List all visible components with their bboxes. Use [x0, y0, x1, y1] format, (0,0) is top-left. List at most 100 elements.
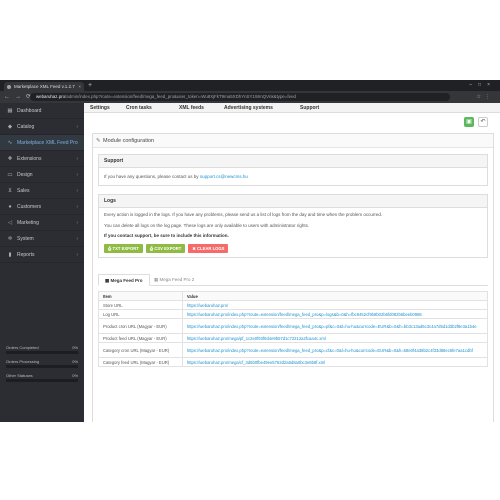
main-content: Settings Cron tasks XML feeds Advertisin… [84, 103, 500, 422]
tab-xml-feeds[interactable]: XML feeds [179, 103, 204, 113]
gear-icon: ✲ [7, 236, 13, 242]
csv-export-button[interactable]: ⎙ CSV EXPORT [145, 243, 186, 253]
sidebar-item-label: Design [17, 172, 33, 178]
txt-export-label: TXT EXPORT [112, 245, 139, 251]
sidebar-item-catalog[interactable]: ◆ Catalog › [0, 119, 84, 135]
table-row: Product cron URL (Magyar - EUR) https://w… [98, 318, 489, 334]
stat-progress-bar [6, 379, 78, 382]
row-value-link[interactable]: https://webaruhaz.pro/mega/cf_3d5b0fbe49… [181, 357, 489, 367]
address-bar: ←→⟳ webaruhaz.pro/admin/index.php?route=… [0, 91, 500, 103]
logs-card: Logs Every action is logged in the logs.… [98, 194, 488, 258]
stat-label: Orders Completed [6, 345, 39, 350]
sidebar-item-marketplace-xml-feed-pro[interactable]: ∿ Marketplace XML Feed Pro › [0, 135, 84, 151]
sidebar-item-label: Customers [17, 204, 42, 210]
sidebar-item-label: Marketing [17, 220, 39, 226]
stat-progress-bar [6, 351, 78, 354]
pencil-icon: ✎ [96, 138, 101, 144]
txt-export-button[interactable]: ⎙ TXT EXPORT [104, 243, 143, 253]
column-header: Value [181, 291, 489, 301]
support-email-link[interactable]: support.cs@newcms.hu [200, 174, 248, 179]
tab-mega-feed-pro[interactable]: ▦ Mega Feed Pro [98, 274, 150, 286]
tab-advertising-systems[interactable]: Advertising systems [224, 103, 273, 113]
sidebar-item-customers[interactable]: ● Customers › [0, 199, 84, 215]
sidebar-item-sales[interactable]: ⊻ Sales › [0, 183, 84, 199]
url-host: webaruhaz.pro [36, 94, 66, 99]
bar-chart-icon: ▮ [8, 252, 12, 258]
clear-logs-button[interactable]: ✖ CLEAR LOGS [188, 243, 229, 253]
stat-orders-processing: Orders Processing 0% [6, 359, 78, 368]
table-row: Category feed URL (Magyar - EUR) https://… [98, 357, 489, 367]
new-tab-icon[interactable]: + [88, 81, 92, 91]
panel-title: Module configuration [103, 138, 155, 144]
chevron-right-icon: › [76, 188, 78, 194]
row-value-link[interactable]: https://webaruhaz.pro/ [181, 300, 489, 310]
table-row: Category cron URL (Magyar - EUR) https://… [98, 342, 489, 358]
support-card: Support If you have any questions, pleas… [98, 154, 488, 186]
row-item: Log URL [98, 309, 183, 319]
logs-heading: Logs [99, 195, 487, 208]
page-header: ▣ ↶ [84, 113, 500, 131]
save-button[interactable]: ▣ [464, 117, 474, 127]
sidebar-item-dashboard[interactable]: ▦ Dashboard [0, 103, 84, 119]
sidebar-item-extensions[interactable]: ✚ Extensions › [0, 151, 84, 167]
tab-cron-tasks[interactable]: Cron tasks [126, 103, 152, 113]
row-value-link[interactable]: https://webaruhaz.pro/index.php?route=ex… [181, 309, 489, 319]
url-input[interactable]: webaruhaz.pro/admin/index.php?route=exte… [30, 93, 450, 101]
monitor-icon: ▭ [7, 172, 13, 178]
row-item: Category feed URL (Magyar - EUR) [98, 357, 183, 367]
window-controls[interactable]: –□× [469, 80, 496, 91]
back-button[interactable]: ↶ [478, 117, 488, 127]
row-item: Product cron URL (Magyar - EUR) [98, 318, 183, 334]
sidebar-item-system[interactable]: ✲ System › [0, 231, 84, 247]
browser-tab[interactable]: Marketplace XML Feed v.1.2.7 × [4, 82, 84, 91]
row-value-link[interactable]: https://webaruhaz.pro/index.php?route=ex… [181, 318, 489, 334]
feed-url-table: Item Value Store URL https://webaruhaz.pr… [98, 291, 489, 367]
close-tab-icon[interactable]: × [78, 82, 81, 91]
row-item: Store URL [98, 300, 183, 310]
order-stats: Orders Completed 0% Orders Processing 0% O… [6, 345, 78, 387]
column-header: Item [98, 291, 183, 301]
tab-support[interactable]: Support [300, 103, 319, 113]
tab-settings[interactable]: Settings [90, 103, 110, 113]
sidebar-item-label: System [17, 236, 34, 242]
sidebar: ▦ Dashboard ◆ Catalog › ∿ Marketplace XML Feed… [0, 103, 84, 422]
browser-menu-icons[interactable]: ☆⋮ [477, 91, 494, 103]
cart-icon: ⊻ [7, 188, 13, 194]
logs-info-line: Every action is logged in the logs. If y… [104, 212, 383, 217]
sidebar-item-marketing[interactable]: ◁ Marketing › [0, 215, 84, 231]
sidebar-item-label: Marketplace XML Feed Pro [17, 140, 78, 146]
chevron-right-icon: › [76, 236, 78, 242]
user-icon: ● [8, 204, 12, 210]
chevron-right-icon: › [76, 204, 78, 210]
tag-icon: ◆ [7, 124, 13, 130]
sidebar-item-label: Dashboard [17, 108, 42, 114]
browser-tab-title: Marketplace XML Feed v.1.2.7 [14, 84, 75, 89]
chevron-right-icon: › [76, 172, 78, 178]
stat-orders-completed: Orders Completed 0% [6, 345, 78, 354]
logs-info-line: You can delete all logs on the log page.… [104, 222, 310, 228]
chevron-right-icon: › [76, 156, 78, 162]
table-row: Log URL https://webaruhaz.pro/index.php?r… [98, 309, 489, 319]
stat-progress-bar [6, 365, 78, 368]
browser-tabbar: Marketplace XML Feed v.1.2.7 × + –□× [0, 80, 500, 91]
browser-window: Marketplace XML Feed v.1.2.7 × + –□× ←→⟳… [0, 80, 500, 422]
module-config-panel: ✎ Module configuration Support If you ha… [92, 133, 494, 422]
puzzle-icon: ✚ [7, 156, 13, 162]
row-value-link[interactable]: https://webaruhaz.pro/mega/pf_1c2e0f93f8… [181, 333, 489, 343]
sidebar-nav: ▦ Dashboard ◆ Catalog › ∿ Marketplace XML Feed… [0, 103, 84, 263]
url-path: /admin/index.php?route=extension/feed/me… [65, 94, 296, 99]
stat-other-statuses: Other Statuses 0% [6, 373, 78, 382]
row-value-link[interactable]: https://webaruhaz.pro/index.php?route=ex… [181, 342, 489, 358]
tab-mega-feed-pro-2[interactable]: ▦ Mega Feed Pro 2 [148, 274, 200, 286]
panel-heading: ✎ Module configuration [93, 134, 493, 148]
support-heading: Support [99, 155, 487, 168]
sidebar-item-design[interactable]: ▭ Design › [0, 167, 84, 183]
chevron-right-icon: › [76, 140, 78, 146]
row-item: Category cron URL (Magyar - EUR) [98, 342, 183, 358]
tab-label: Mega Feed Pro 2 [159, 277, 195, 282]
sidebar-item-label: Extensions [17, 156, 42, 162]
logs-notice: If you contact support, be sure to inclu… [104, 233, 229, 238]
sidebar-item-label: Catalog [17, 124, 35, 130]
sidebar-item-reports[interactable]: ▮ Reports › [0, 247, 84, 263]
feed-tabs: ▦ Mega Feed Pro ▦ Mega Feed Pro 2 [98, 274, 488, 286]
